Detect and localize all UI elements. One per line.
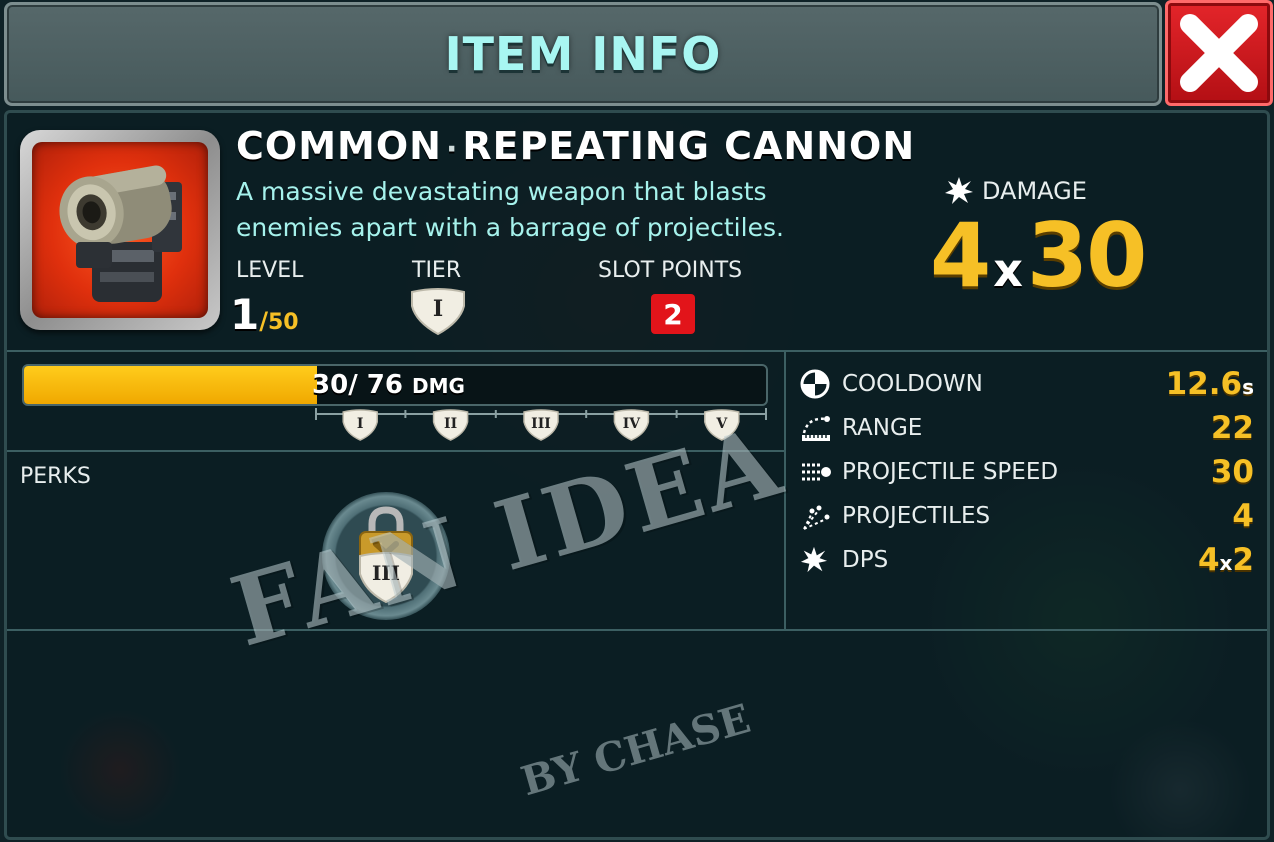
divider	[7, 629, 1267, 631]
item-portrait	[20, 130, 220, 330]
level-separator: /	[259, 307, 268, 335]
cooldown-icon	[800, 369, 830, 399]
tier-marker-label: IV	[623, 416, 642, 432]
progress-separator: /	[348, 370, 367, 400]
upgrade-progress-text: 30/ 76 DMG	[312, 370, 465, 400]
cannon-icon	[59, 165, 182, 302]
level-value: 1/50	[230, 290, 299, 339]
tier-marker-label: I	[357, 416, 364, 432]
tier-marker: I	[342, 409, 378, 441]
item-rarity: COMMON	[236, 124, 442, 168]
stat-value: 4	[1232, 498, 1254, 534]
item-description: A massive devastating weapon that blasts…	[236, 177, 784, 242]
tier-label: TIER	[412, 258, 462, 283]
stat-value: 4x2	[1197, 542, 1254, 578]
stat-name: COOLDOWN	[842, 371, 983, 397]
slot-points-label: SLOT POINTS	[598, 258, 743, 283]
stat-row-projectile-speed: PROJECTILE SPEED 30	[800, 450, 1256, 494]
tier-marker-label: III	[531, 416, 551, 432]
tier-marker: IV	[613, 409, 650, 441]
damage-times: x	[993, 243, 1023, 297]
progress-current: 30	[312, 370, 349, 400]
burst-icon	[800, 546, 828, 573]
stat-value: 30	[1210, 454, 1254, 490]
close-icon	[1180, 14, 1258, 92]
title-separator: ·	[445, 132, 459, 167]
burst-icon	[945, 177, 973, 204]
stat-row-dps: DPS 4x2	[800, 538, 1256, 582]
tier-badge: I	[410, 288, 466, 340]
tier-marker: II	[432, 409, 469, 441]
stat-value: 22	[1210, 410, 1254, 446]
stat-name: RANGE	[842, 415, 923, 441]
perks-label: PERKS	[20, 464, 91, 489]
divider	[7, 350, 1267, 352]
damage-count: 4	[930, 204, 991, 307]
damage-label-group: DAMAGE	[944, 176, 1087, 206]
projectiles-icon	[803, 505, 830, 530]
damage-value: 4x30	[930, 204, 1147, 307]
page-title: ITEM INFO	[444, 27, 722, 81]
level-current: 1	[230, 290, 260, 339]
close-button[interactable]	[1165, 0, 1273, 106]
upgrade-progress-fill	[24, 366, 318, 404]
projectile-speed-icon	[802, 463, 831, 481]
stat-name: PROJECTILE SPEED	[842, 459, 1059, 485]
damage-label: DAMAGE	[982, 177, 1087, 205]
progress-unit: DMG	[412, 374, 465, 398]
item-name: REPEATING CANNON	[462, 124, 916, 168]
progress-max: 76	[366, 370, 403, 400]
stat-value: 12.6s	[1165, 366, 1254, 402]
damage-amount: 30	[1026, 204, 1147, 307]
stat-row-range: RANGE 22	[800, 406, 1256, 450]
stat-row-projectiles: PROJECTILES 4	[800, 494, 1256, 538]
stat-row-cooldown: COOLDOWN 12.6s	[800, 362, 1256, 406]
tier-value: I	[433, 296, 443, 322]
stat-name: DPS	[842, 547, 889, 573]
title-bar: ITEM INFO	[4, 2, 1162, 106]
range-icon	[802, 416, 830, 441]
item-title: COMMON · REPEATING CANNON	[236, 124, 915, 168]
stat-name: PROJECTILES	[842, 503, 991, 529]
level-max: 50	[268, 310, 299, 335]
level-label: LEVEL	[236, 258, 304, 283]
tier-marker: III	[523, 409, 559, 441]
stats-list: COOLDOWN 12.6s RANGE 22 PROJECTILE SPEED…	[800, 362, 1256, 582]
slot-points-badge: 2	[651, 294, 695, 334]
tier-marker-label: II	[444, 416, 457, 432]
